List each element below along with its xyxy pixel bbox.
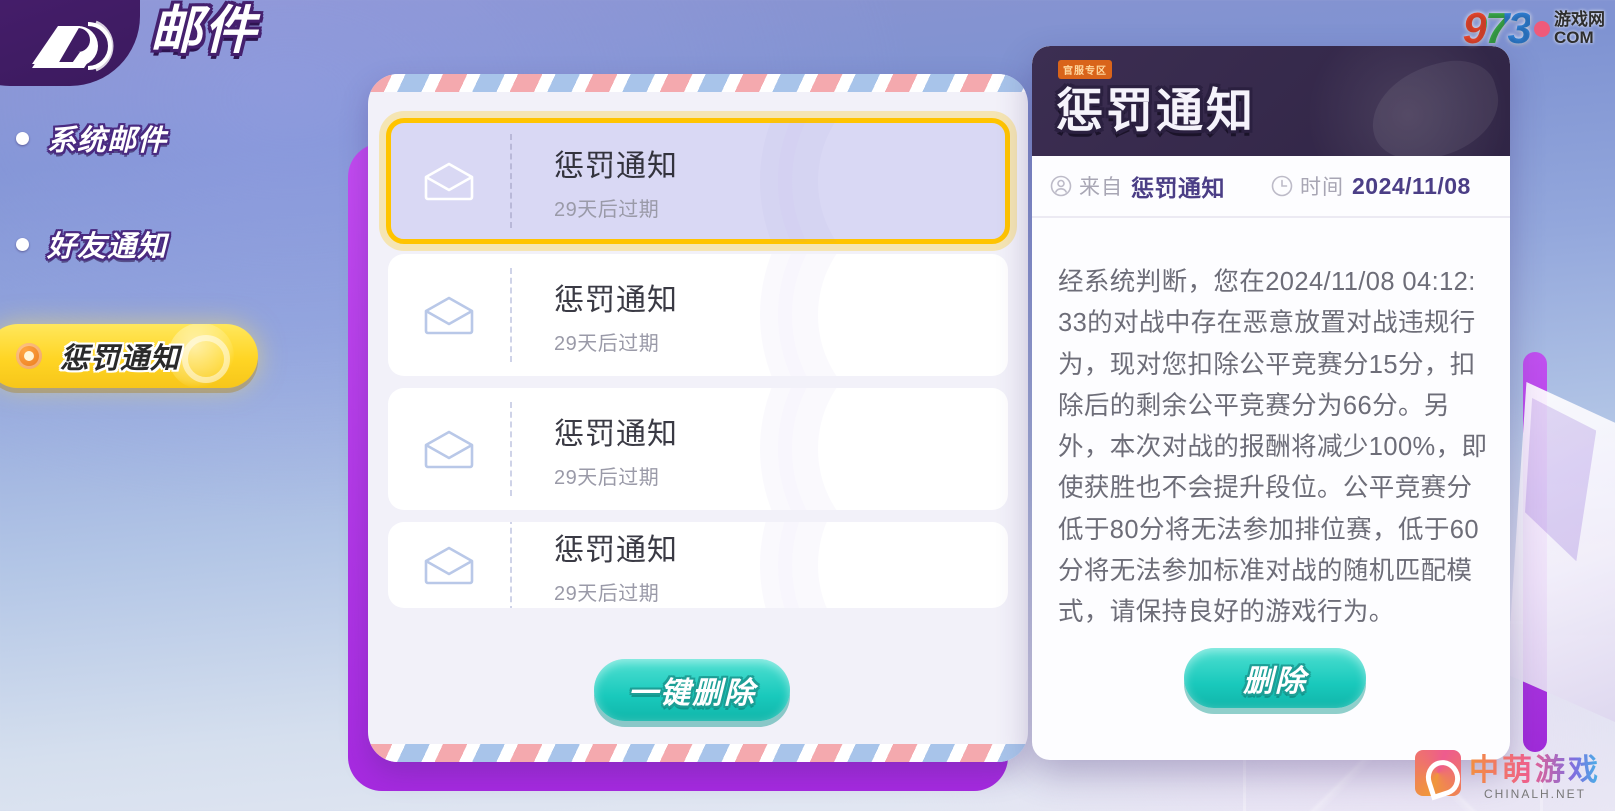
watermark-dot-icon bbox=[1534, 21, 1550, 37]
wave-decoration bbox=[778, 120, 1008, 242]
mail-item-text: 惩罚通知 29天后过期 bbox=[512, 409, 678, 490]
sidebar-item-label: 惩罚通知 bbox=[60, 343, 181, 375]
watermark-973-com: COM bbox=[1554, 28, 1594, 47]
mail-list-item[interactable]: 惩罚通知 29天后过期 bbox=[386, 118, 1010, 244]
mail-list-item[interactable]: 惩罚通知 29天后过期 bbox=[388, 522, 1008, 608]
from-label: 来自 bbox=[1079, 176, 1123, 199]
bullet-icon bbox=[16, 131, 29, 145]
airmail-stripe-top bbox=[368, 74, 1028, 92]
watermark-chinalh-logo-icon bbox=[1415, 750, 1461, 796]
watermark-973-sub: 游戏网 COM bbox=[1554, 11, 1605, 47]
detail-meta-row: 来自 惩罚通知 时间 2024/11/08 bbox=[1032, 156, 1510, 218]
mail-list-item[interactable]: 惩罚通知 29天后过期 bbox=[388, 388, 1008, 510]
sidebar-item-label: 好友通知 bbox=[47, 231, 168, 263]
watermark-chinalh-url: CHINALH.NET bbox=[1483, 787, 1586, 801]
mail-item-text: 惩罚通知 29天后过期 bbox=[512, 141, 678, 222]
mail-list-item[interactable]: 惩罚通知 29天后过期 bbox=[388, 254, 1008, 376]
mail-list-scroll[interactable]: 惩罚通知 29天后过期 惩罚通知 29天后过期 惩罚通知 29天后过期 惩罚通知… bbox=[368, 92, 1028, 744]
envelope-icon bbox=[388, 295, 510, 335]
watermark-973: 973 游戏网 COM bbox=[1463, 4, 1605, 54]
mail-item-expiry: 29天后过期 bbox=[554, 466, 660, 489]
mail-item-text: 惩罚通知 29天后过期 bbox=[512, 525, 678, 606]
envelope-icon bbox=[388, 161, 510, 201]
wave-decoration bbox=[778, 388, 1008, 510]
header-decoration bbox=[1300, 46, 1510, 156]
time-label: 时间 bbox=[1300, 176, 1344, 199]
user-icon bbox=[1050, 175, 1072, 197]
page-title: 邮件 bbox=[150, 2, 259, 60]
wave-decoration bbox=[778, 522, 1008, 608]
mail-item-title: 惩罚通知 bbox=[554, 283, 678, 317]
watermark-chinalh: 中萌游戏 CHINALH.NET bbox=[1415, 745, 1601, 801]
mail-item-title: 惩罚通知 bbox=[554, 533, 678, 567]
sidebar-item-friend-notice[interactable]: 好友通知 bbox=[0, 218, 330, 270]
envelope-icon bbox=[388, 429, 510, 469]
delete-button[interactable]: 删除 bbox=[1184, 648, 1366, 708]
mail-item-text: 惩罚通知 29天后过期 bbox=[512, 275, 678, 356]
torn-paper-decoration bbox=[1507, 382, 1615, 722]
mail-detail-panel: 官服专区 惩罚通知 来自 惩罚通知 时间 2024/11/08 经系统判断，您在… bbox=[1032, 46, 1510, 760]
mail-item-expiry: 29天后过期 bbox=[554, 582, 660, 605]
mail-item-title: 惩罚通知 bbox=[554, 417, 678, 451]
watermark-973-cn: 游戏网 bbox=[1554, 10, 1605, 30]
detail-body-text: 经系统判断，您在2024/11/08 04:12:33的对战中存在恶意放置对战违… bbox=[1058, 268, 1488, 627]
mail-item-title: 惩罚通知 bbox=[554, 149, 678, 183]
wave-decoration bbox=[778, 254, 1008, 376]
watermark-973-logo: 973 bbox=[1462, 4, 1532, 53]
from-value: 惩罚通知 bbox=[1131, 175, 1225, 201]
mail-plane-icon bbox=[32, 20, 114, 72]
punishment-badge-icon bbox=[16, 343, 42, 369]
detail-from-group: 来自 惩罚通知 bbox=[1050, 169, 1225, 203]
one-click-delete-button[interactable]: 一键删除 bbox=[594, 659, 790, 721]
sidebar-item-punishment-notice[interactable]: 惩罚通知 bbox=[0, 324, 258, 388]
sidebar: 系统邮件 好友通知 惩罚通知 bbox=[0, 112, 330, 442]
clock-icon bbox=[1271, 175, 1293, 197]
watermark-chinalh-name: 中萌游戏 bbox=[1469, 745, 1601, 789]
detail-title: 惩罚通知 bbox=[1056, 84, 1256, 137]
sidebar-item-label: 系统邮件 bbox=[47, 125, 168, 157]
envelope-icon bbox=[388, 545, 510, 585]
bullet-icon bbox=[16, 237, 29, 251]
detail-time-group: 时间 2024/11/08 bbox=[1271, 171, 1471, 201]
airmail-stripe-bottom bbox=[368, 744, 1028, 762]
detail-header: 官服专区 惩罚通知 bbox=[1032, 46, 1510, 156]
sidebar-item-system-mail[interactable]: 系统邮件 bbox=[0, 112, 330, 164]
mail-item-expiry: 29天后过期 bbox=[554, 198, 660, 221]
time-value: 2024/11/08 bbox=[1352, 172, 1471, 199]
header-badge bbox=[0, 0, 140, 86]
watermark-chinalh-text: 中萌游戏 CHINALH.NET bbox=[1469, 745, 1601, 801]
mail-item-expiry: 29天后过期 bbox=[554, 332, 660, 355]
